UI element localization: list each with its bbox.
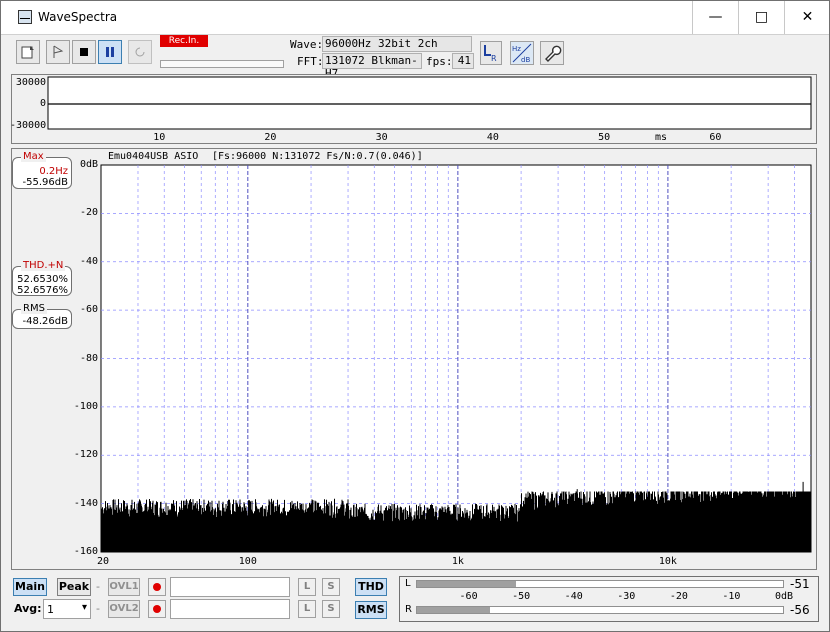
record-2-filename[interactable] xyxy=(170,599,290,619)
spectrum-display[interactable] xyxy=(0,0,830,632)
max-readout: Max 0.2Hz -55.96dB xyxy=(12,151,72,189)
spectrum-xtick: 10k xyxy=(658,556,677,567)
meter-r-label: R xyxy=(405,604,412,615)
meter-r-value: -56 xyxy=(790,603,810,617)
rms-readout: RMS -48.26dB xyxy=(12,303,72,329)
save-2-button[interactable]: S xyxy=(322,600,340,618)
rms-button[interactable]: RMS xyxy=(355,601,387,619)
rms-label: RMS xyxy=(21,303,47,314)
meter-scale-tick: -40 xyxy=(564,591,583,602)
peak-button[interactable]: Peak xyxy=(57,578,91,596)
record-1-button[interactable] xyxy=(148,578,166,596)
ovl2-indicator: OVL2 xyxy=(108,600,140,618)
spectrum-ytick: -160 xyxy=(73,546,98,557)
avg-value: 1 xyxy=(47,603,54,616)
main-button[interactable]: Main xyxy=(13,578,47,596)
spectrum-ytick: -120 xyxy=(73,449,98,461)
meter-l-label: L xyxy=(405,578,411,589)
record-1-filename[interactable] xyxy=(170,577,290,597)
meter-r-fill xyxy=(417,607,491,613)
save-1-button[interactable]: S xyxy=(322,578,340,596)
meter-scale-tick: -60 xyxy=(459,591,478,602)
meter-scale-tick: -50 xyxy=(512,591,531,602)
meter-scale-tick: 0dB xyxy=(774,591,794,602)
meter-l-fill xyxy=(417,581,517,587)
record-2-button[interactable] xyxy=(148,600,166,618)
spectrum-ytick: -140 xyxy=(73,497,98,509)
spectrum-ytick: -40 xyxy=(79,255,98,267)
thd-readout: THD.+N 52.6530% 52.6576% xyxy=(12,260,72,296)
avg-label: Avg: xyxy=(14,602,42,615)
thd-right: 52.6576% xyxy=(17,285,68,296)
meter-r-track xyxy=(416,606,784,614)
avg-select[interactable]: 1 ▾ xyxy=(43,599,91,619)
meter-scale-tick: -10 xyxy=(722,591,741,602)
thd-label: THD.+N xyxy=(21,260,66,271)
spectrum-ytick: -20 xyxy=(79,207,98,219)
thd-button[interactable]: THD xyxy=(355,578,387,596)
load-2-button[interactable]: L xyxy=(298,600,316,618)
dash-2: - xyxy=(96,602,100,615)
meter-scale-tick: -30 xyxy=(617,591,636,602)
load-1-button[interactable]: L xyxy=(298,578,316,596)
spectrum-xtick: 1k xyxy=(451,556,464,567)
spectrum-ytick: -100 xyxy=(73,400,98,412)
spectrum-ytick: -80 xyxy=(79,352,98,364)
spectrum-xtick: 20 xyxy=(97,556,110,567)
ovl1-indicator: OVL1 xyxy=(108,578,140,596)
meter-scale-tick: -20 xyxy=(669,591,688,602)
max-frequency: 0.2Hz xyxy=(39,166,68,177)
thd-left: 52.6530% xyxy=(17,274,68,285)
meter-l-value: -51 xyxy=(790,577,810,591)
rms-value: -48.26dB xyxy=(22,316,68,327)
dash-1: - xyxy=(96,580,100,593)
max-label: Max xyxy=(21,151,46,162)
meter-l-track xyxy=(416,580,784,588)
spectrum-xtick: 100 xyxy=(238,556,257,567)
max-level: -55.96dB xyxy=(22,177,68,188)
chevron-down-icon: ▾ xyxy=(81,602,87,613)
